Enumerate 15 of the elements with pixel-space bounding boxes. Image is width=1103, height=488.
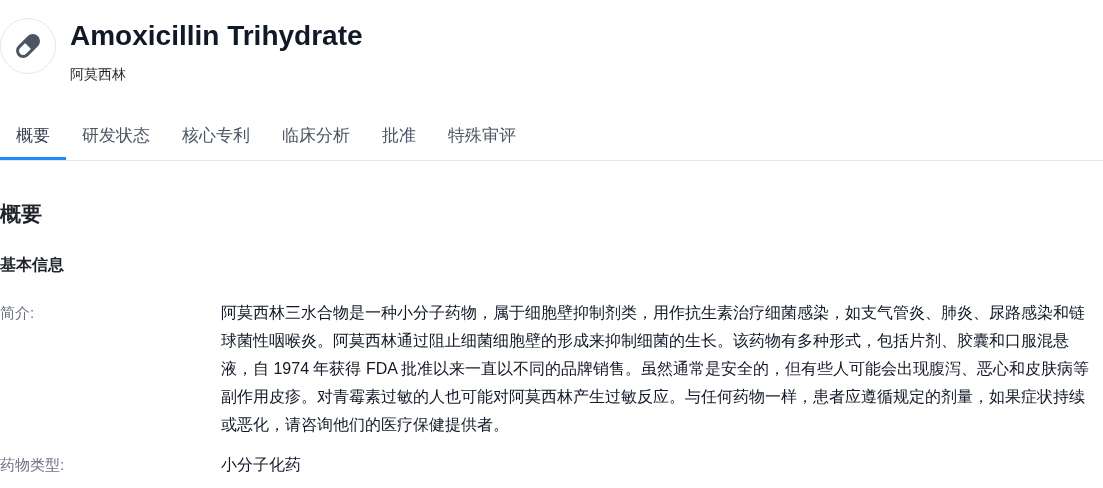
field-label: 简介: [0,303,36,323]
field-value: 阿莫西林三水合物是一种小分子药物，属于细胞壁抑制剂类，用作抗生素治疗细菌感染，如支气管炎、肺炎、尿路感染和链球菌性咽喉炎。阿莫西林通过阻止细菌细胞壁的形成来抑制细菌的生长。该药物有多种形式，包括片剂、胶囊和口服混悬液，自 1974 年获得 FDA 批准以来一直以不同的品牌销售。虽然通常是安全的，但有些人可能会出现腹泻、恶心和皮肤病等副作用皮疹。对青霉素过敏的人也可能对阿莫西林产生过敏反应。与任何药物一样，患者应遵循规定的剂量，如果症状持续或恶化，请咨询他们的医疗保健提供者。 [221,303,1091,435]
section-subheading: 基本信息 [0,255,65,275]
drug-subtitle: 阿莫西林 [70,65,127,84]
tab[interactable]: 概要 [0,115,66,160]
field-label: 药物类型: [0,455,66,475]
tab[interactable]: 核心专利 [166,115,266,160]
tab[interactable]: 临床分析 [266,115,366,160]
tab[interactable]: 批准 [366,115,432,160]
section-heading: 概要 [0,201,43,227]
drug-title: Amoxicillin Trihydrate [70,19,363,53]
tab[interactable]: 研发状态 [66,115,166,160]
tab[interactable]: 特殊审评 [432,115,532,160]
pill-icon [13,31,43,61]
field-value: 小分子化药 [221,455,302,475]
